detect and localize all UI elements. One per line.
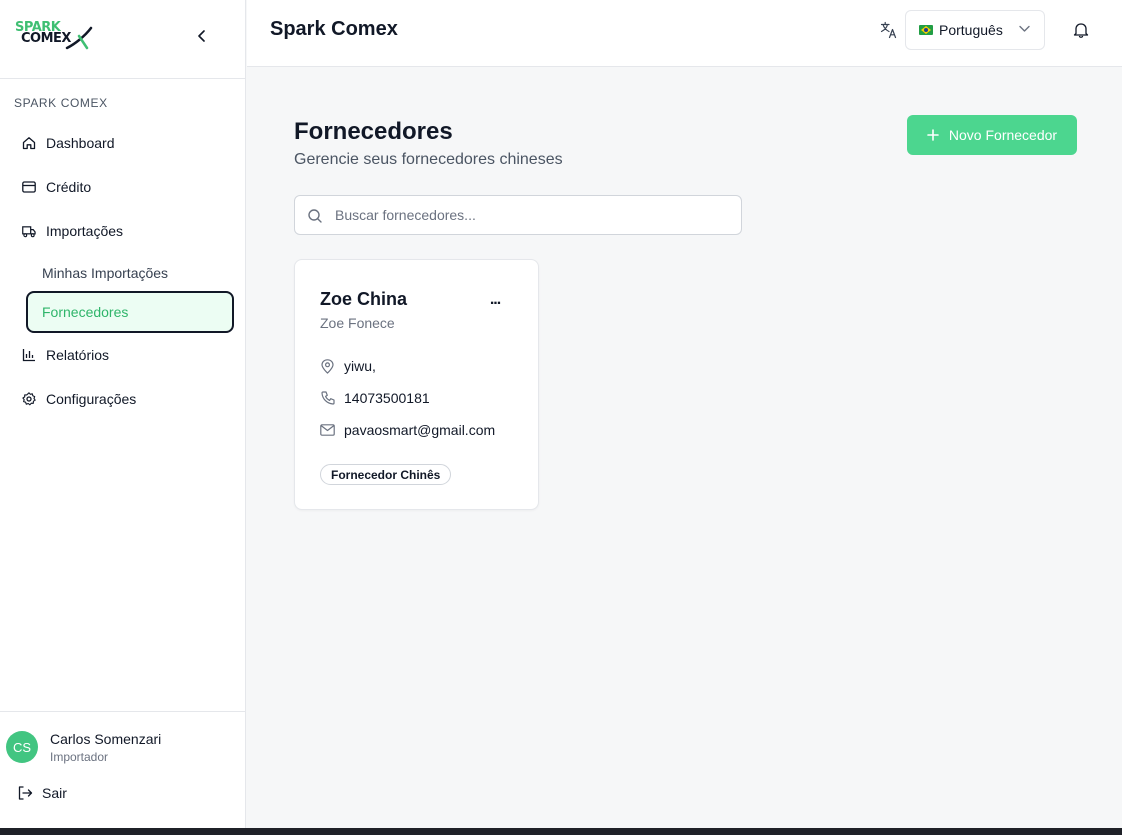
logout-label: Sair bbox=[42, 785, 67, 801]
plus-icon bbox=[927, 129, 939, 141]
more-options-button[interactable]: ... bbox=[485, 290, 505, 310]
sidebar-item-label: Crédito bbox=[46, 179, 92, 195]
translate-icon bbox=[880, 21, 898, 39]
user-area: CS Carlos Somenzari Importador Sair bbox=[0, 711, 246, 828]
supplier-card[interactable]: Zoe China ... Zoe Fonece yiwu, 140735001… bbox=[294, 259, 539, 510]
sidebar-item-importacoes[interactable]: Importações bbox=[22, 219, 123, 243]
sidebar-item-label: Dashboard bbox=[46, 135, 115, 151]
supplier-phone: 14073500181 bbox=[344, 390, 430, 406]
language-selected-label: Português bbox=[939, 22, 1003, 38]
page-title: Fornecedores bbox=[294, 118, 453, 145]
logo-swoosh-icon bbox=[65, 26, 93, 50]
sidebar-item-label: Configurações bbox=[46, 391, 137, 407]
bell-icon bbox=[1073, 23, 1089, 38]
search-box bbox=[294, 195, 742, 235]
sidebar-section-label: SPARK COMEX bbox=[14, 96, 108, 110]
map-pin-icon bbox=[320, 358, 335, 374]
truck-icon bbox=[22, 224, 36, 238]
mail-icon bbox=[320, 423, 335, 438]
brazil-flag-icon bbox=[919, 25, 933, 35]
new-supplier-label: Novo Fornecedor bbox=[948, 127, 1058, 143]
new-supplier-button[interactable]: Novo Fornecedor bbox=[907, 115, 1077, 155]
page-subtitle: Gerencie seus fornecedores chineses bbox=[294, 151, 563, 168]
language-select[interactable]: Português bbox=[905, 10, 1045, 50]
user-role: Importador bbox=[50, 750, 109, 764]
sidebar-item-label: Fornecedores bbox=[42, 304, 129, 320]
sidebar-item-fornecedores[interactable]: Fornecedores bbox=[26, 291, 234, 333]
notifications-button[interactable] bbox=[1072, 21, 1090, 39]
sidebar-item-credito[interactable]: Crédito bbox=[22, 175, 91, 199]
collapse-sidebar-button[interactable] bbox=[192, 26, 212, 46]
sidebar-item-label: Importações bbox=[46, 223, 124, 239]
supplier-email: pavaosmart@gmail.com bbox=[344, 422, 496, 438]
supplier-location: yiwu, bbox=[344, 358, 376, 374]
supplier-phone-row: 14073500181 bbox=[320, 390, 430, 406]
supplier-email-row: pavaosmart@gmail.com bbox=[320, 422, 495, 438]
sidebar-item-dashboard[interactable]: Dashboard bbox=[22, 131, 115, 155]
logout-icon bbox=[18, 786, 33, 800]
sidebar-item-minhas-importacoes[interactable]: Minhas Importações bbox=[26, 252, 234, 294]
chevron-left-icon bbox=[198, 30, 205, 42]
spark-comex-logo[interactable]: SPARK COMEX bbox=[15, 20, 97, 52]
sidebar-item-configuracoes[interactable]: Configurações bbox=[22, 387, 136, 411]
supplier-name: Zoe China bbox=[320, 289, 408, 309]
credit-card-icon bbox=[22, 180, 36, 194]
logo-text-comex: COMEX bbox=[21, 31, 71, 46]
supplier-contact: Zoe Fonece bbox=[320, 315, 395, 331]
user-name: Carlos Somenzari bbox=[50, 731, 162, 747]
home-icon bbox=[22, 136, 36, 150]
sidebar: SPARK COMEX SPARK COMEX Dashboard Crédit… bbox=[0, 0, 246, 828]
chevron-down-icon bbox=[1019, 25, 1030, 32]
sidebar-item-label: Relatórios bbox=[46, 347, 110, 363]
bottom-bar bbox=[0, 828, 1122, 835]
phone-icon bbox=[320, 391, 335, 406]
supplier-type-badge: Fornecedor Chinês bbox=[320, 464, 452, 485]
logo-row: SPARK COMEX bbox=[0, 0, 245, 79]
search-icon bbox=[308, 209, 322, 223]
bar-chart-icon bbox=[22, 348, 36, 362]
sidebar-item-relatorios[interactable]: Relatórios bbox=[22, 343, 109, 367]
sidebar-item-label: Minhas Importações bbox=[42, 265, 169, 281]
logout-button[interactable]: Sair bbox=[18, 785, 67, 801]
supplier-location-row: yiwu, bbox=[320, 358, 376, 374]
search-input[interactable] bbox=[335, 204, 725, 226]
avatar[interactable]: CS bbox=[6, 731, 38, 763]
top-header: Spark Comex Português bbox=[247, 0, 1122, 67]
gear-icon bbox=[22, 392, 36, 406]
header-title: Spark Comex bbox=[270, 18, 398, 40]
